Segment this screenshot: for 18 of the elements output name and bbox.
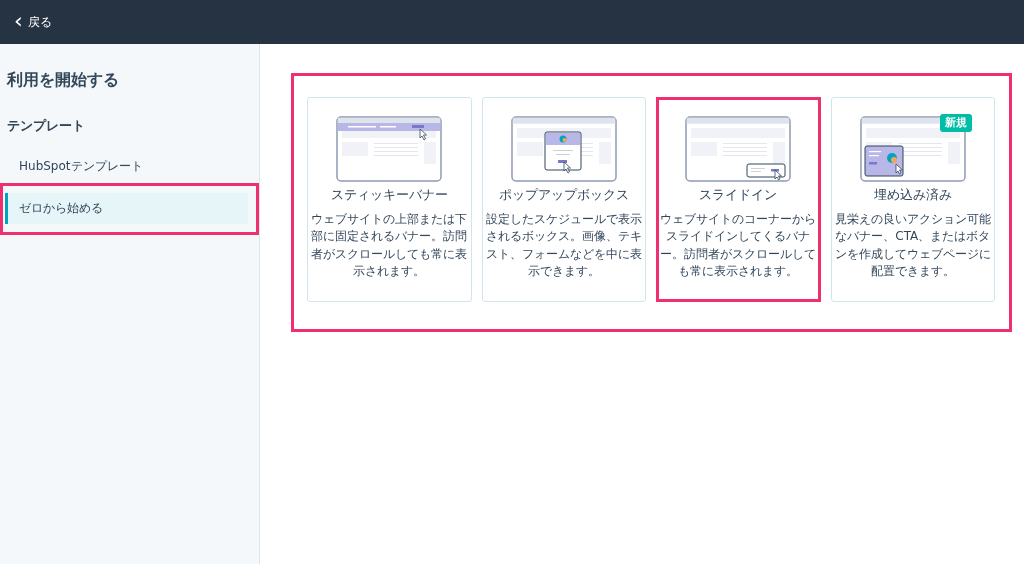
card-description: ウェブサイトのコーナーからスライドインしてくるバナー。訪問者がスクロールしても常に表示されます。 — [660, 211, 817, 281]
template-card[interactable]: ポップアップボックス 設定したスケジュールで表示されるボックス。画像、テキスト、フォームなどを中に表示できます。 — [481, 97, 646, 302]
card-description: ウェブサイトの上部または下部に固定されるバナー。訪問者がスクロールしても常に表示されます。 — [311, 211, 468, 281]
template-card[interactable]: スティッキーバナー ウェブサイトの上部または下部に固定されるバナー。訪問者がスクロールしても常に表示されます。 — [307, 97, 472, 302]
sidebar-item[interactable]: HubSpotテンプレート — [5, 154, 248, 178]
card-title: スライドイン — [699, 186, 778, 204]
sidebar-item[interactable]: ゼロから始める — [5, 193, 248, 224]
card-title: ポップアップボックス — [498, 186, 629, 204]
section-heading: テンプレート — [6, 117, 86, 135]
card-description: 設定したスケジュールで表示されるボックス。画像、テキスト、フォームなどを中に表示できます。 — [485, 211, 642, 281]
page-title: 利用を開始する — [5, 70, 120, 91]
template-card[interactable]: スライドイン ウェブサイトのコーナーからスライドインしてくるバナー。訪問者がスクロールしても常に表示されます。 — [656, 97, 821, 302]
card-title: 埋め込み済み — [873, 186, 952, 204]
card-description: 見栄えの良いアクション可能なバナー、CTA、またはボタンを作成してウェブページに配置できます。 — [834, 211, 991, 281]
template-card[interactable]: 新規 埋め込み済み 見栄えの良いアクション可能なバナー、CTA、またはボタンを作成してウェブページに配置できます。 — [830, 97, 995, 302]
back-link[interactable]: ‹ 戻る — [14, 12, 52, 32]
card-title: スティッキーバナー — [330, 186, 448, 204]
new-badge: 新規 — [940, 114, 972, 132]
